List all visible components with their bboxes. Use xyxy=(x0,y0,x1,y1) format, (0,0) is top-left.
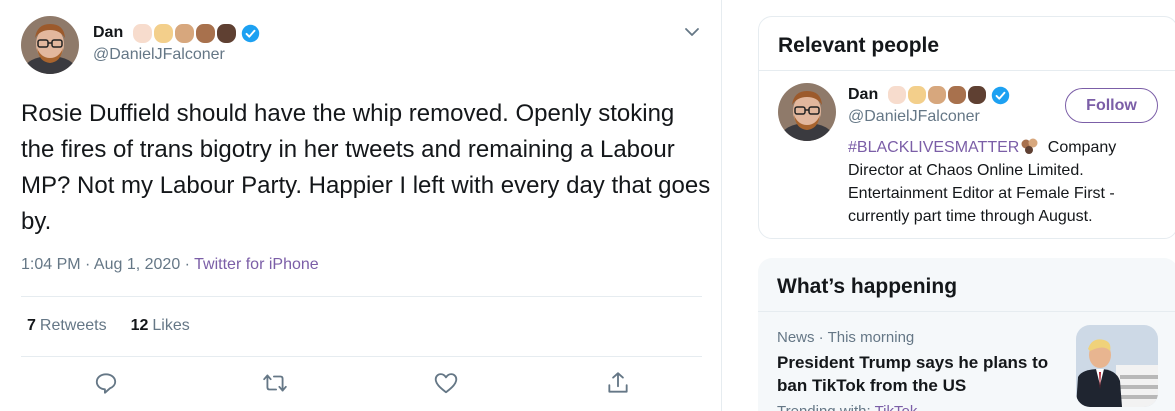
raised-fist-emoji xyxy=(928,86,947,104)
likes-stat[interactable]: 12 Likes xyxy=(131,317,190,335)
raised-fist-emoji xyxy=(154,23,174,43)
retweets-stat[interactable]: 7 Retweets xyxy=(27,317,107,335)
whats-happening-title: What’s happening xyxy=(777,275,958,298)
whats-happening-card: What’s happening News · This morning Pre… xyxy=(758,258,1175,411)
tweet-source-link[interactable]: Twitter for iPhone xyxy=(194,256,319,273)
raised-fist-emoji xyxy=(908,86,927,104)
news-trending: Trending with: TikTok xyxy=(777,403,917,411)
verified-badge-icon xyxy=(992,86,1010,104)
raised-fist-emoji xyxy=(217,23,237,43)
news-thumbnail[interactable] xyxy=(1076,325,1158,407)
hashtag-link[interactable]: #BLACKLIVESMATTER xyxy=(848,139,1019,156)
tweet-text: Rosie Duffield should have the whip remo… xyxy=(21,100,711,235)
tweet-stats: 7 Retweets 12 Likes xyxy=(27,317,190,335)
retweets-count: 7 xyxy=(27,317,36,334)
author-name-row: Dan xyxy=(93,22,260,44)
avatar[interactable] xyxy=(778,83,836,141)
relevant-people-title: Relevant people xyxy=(778,34,940,57)
author-name[interactable]: Dan xyxy=(93,24,123,42)
verified-badge-icon xyxy=(242,24,260,42)
retweet-icon[interactable] xyxy=(262,370,288,396)
news-headline[interactable]: President Trump says he plans to ban Tik… xyxy=(777,351,1067,397)
tweet-meta: 1:04 PM · Aug 1, 2020 · Twitter for iPho… xyxy=(21,256,319,274)
likes-count: 12 xyxy=(130,317,149,334)
raised-fist-emoji-group xyxy=(133,23,237,43)
raised-fist-emoji xyxy=(175,23,195,43)
trending-prefix: Trending with: xyxy=(777,403,875,411)
relevant-people-card: Relevant people Dan @DanielJFalconer Fol… xyxy=(758,16,1175,239)
trending-link[interactable]: TikTok xyxy=(875,403,918,411)
news-meta: News · This morning xyxy=(777,329,915,346)
divider xyxy=(758,311,1175,312)
person-name[interactable]: Dan xyxy=(848,86,878,104)
raised-fist-emoji xyxy=(133,23,153,43)
avatar[interactable] xyxy=(21,16,79,74)
retweets-label: Retweets xyxy=(39,317,107,334)
person-handle[interactable]: @DanielJFalconer xyxy=(848,108,980,126)
like-icon[interactable] xyxy=(433,370,459,396)
raised-fist-emoji xyxy=(1021,138,1039,154)
raised-fist-emoji xyxy=(888,86,907,104)
tweet-detail: Dan @DanielJFalconer Rosie Duffield shou… xyxy=(0,0,722,411)
tweet-timestamp[interactable]: 1:04 PM · Aug 1, 2020 · xyxy=(21,256,194,273)
raised-fist-emoji-group xyxy=(888,86,987,104)
person-bio: #BLACKLIVESMATTER Company Director at Ch… xyxy=(848,136,1148,228)
author-handle[interactable]: @DanielJFalconer xyxy=(93,46,225,64)
chevron-down-icon[interactable] xyxy=(682,22,702,42)
reply-icon[interactable] xyxy=(93,370,119,396)
share-icon[interactable] xyxy=(605,370,631,396)
divider xyxy=(759,70,1175,71)
follow-button[interactable]: Follow xyxy=(1065,88,1158,123)
raised-fist-emoji xyxy=(196,23,216,43)
divider xyxy=(21,296,702,297)
raised-fist-emoji xyxy=(948,86,967,104)
person-name-row: Dan xyxy=(848,84,1010,106)
raised-fist-emoji xyxy=(968,86,987,104)
divider xyxy=(21,356,702,357)
likes-label: Likes xyxy=(152,317,190,334)
tweet-actions xyxy=(0,370,722,400)
